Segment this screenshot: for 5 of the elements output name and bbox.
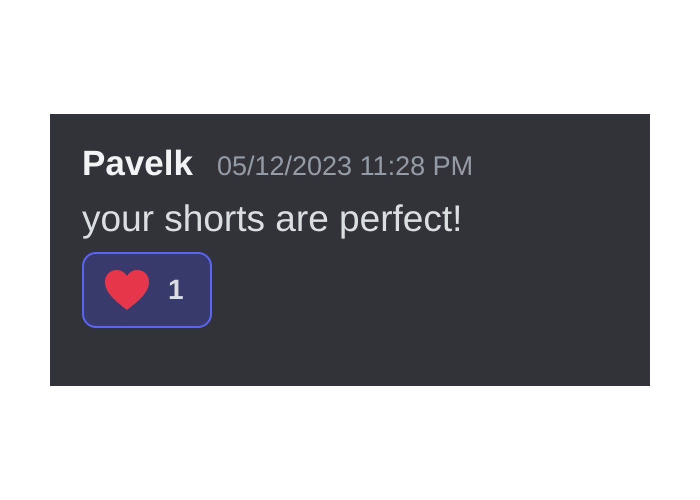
reaction-button[interactable]: 1 bbox=[82, 252, 212, 328]
username[interactable]: Pavelk bbox=[82, 144, 193, 184]
message-text: your shorts are perfect! bbox=[82, 198, 464, 240]
timestamp: 05/12/2023 11:28 PM bbox=[216, 151, 474, 182]
heart-icon bbox=[104, 269, 150, 311]
